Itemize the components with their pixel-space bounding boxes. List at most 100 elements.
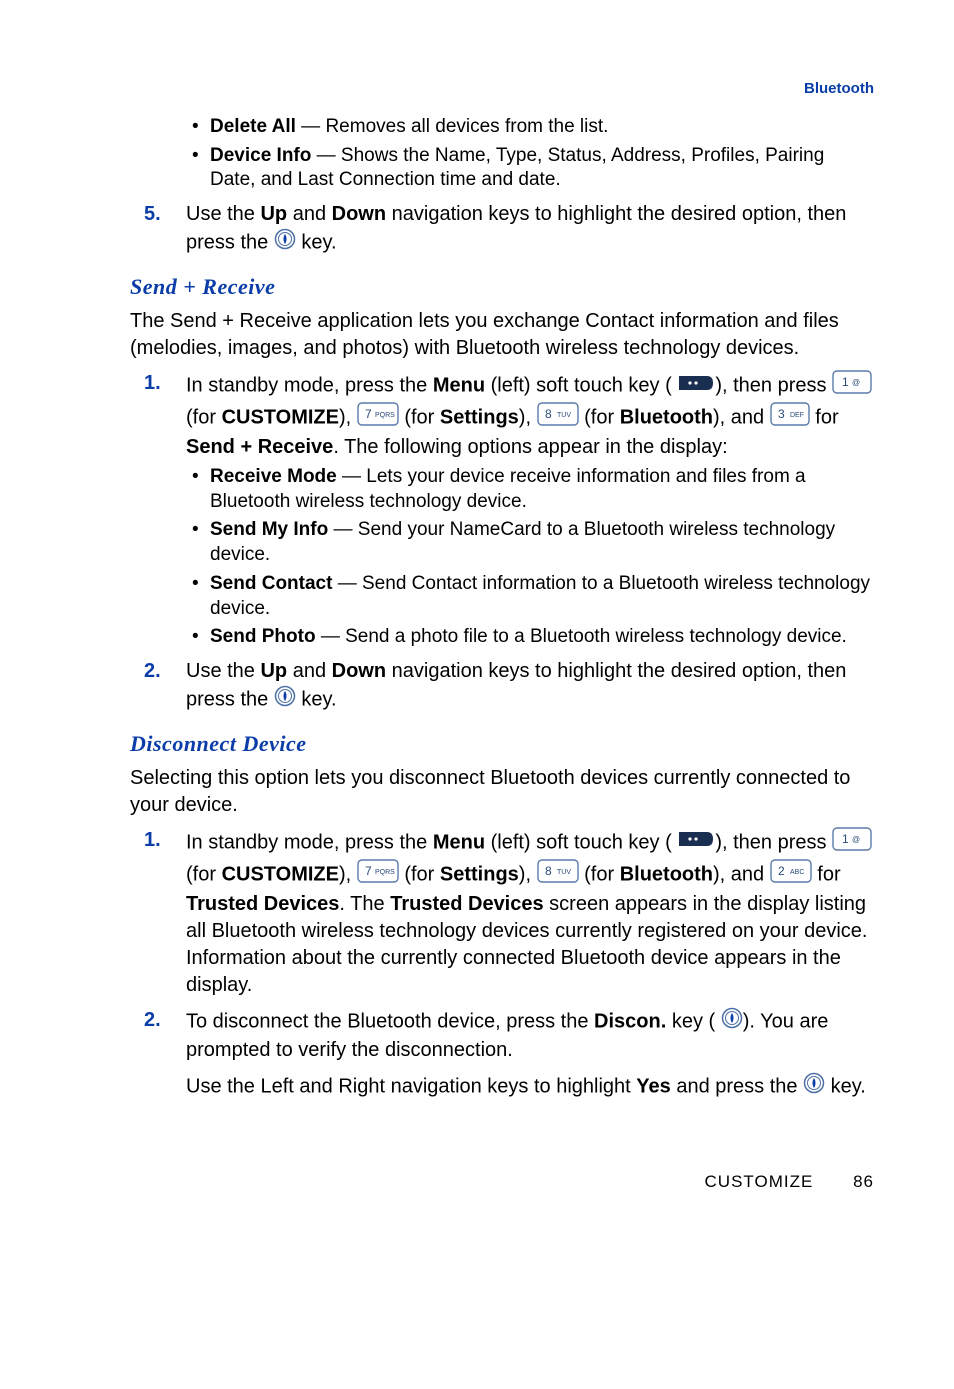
step-bold: CUSTOMIZE bbox=[222, 863, 339, 885]
footer-section: CUSTOMIZE bbox=[705, 1172, 814, 1191]
center-key-icon bbox=[803, 1072, 825, 1102]
step-text: Use the bbox=[186, 203, 260, 225]
svg-text:1: 1 bbox=[842, 832, 849, 846]
key-3-icon: 3 DEF bbox=[770, 402, 810, 434]
step-1: 1. In standby mode, press the Menu (left… bbox=[186, 827, 874, 999]
bullet-device-info: Device Info — Shows the Name, Type, Stat… bbox=[210, 144, 874, 193]
step-text: (for bbox=[186, 406, 222, 428]
step-text: for bbox=[810, 406, 839, 428]
step-bold: Settings bbox=[440, 406, 519, 428]
key-7-icon: 7PQRS bbox=[357, 402, 399, 434]
key-8-icon: 8 TUV bbox=[537, 859, 579, 891]
svg-text:2: 2 bbox=[778, 864, 785, 878]
step-text: ), and bbox=[713, 406, 770, 428]
bullet-text: — Send a photo file to a Bluetooth wirel… bbox=[316, 626, 847, 647]
bullet-receive-mode: Receive Mode — Lets your device receive … bbox=[210, 465, 874, 514]
step-bold: Bluetooth bbox=[620, 863, 713, 885]
bullet-text: — Removes all devices from the list. bbox=[296, 116, 609, 137]
step-bold: Settings bbox=[440, 863, 519, 885]
svg-text:TUV: TUV bbox=[557, 412, 571, 419]
page: Bluetooth Delete All — Removes all devic… bbox=[0, 0, 954, 1232]
bullet-send-my-info: Send My Info — Send your NameCard to a B… bbox=[210, 518, 874, 567]
step-text: ), then press bbox=[715, 374, 832, 396]
step-text: (for bbox=[399, 406, 440, 428]
step-text: (for bbox=[579, 406, 620, 428]
step-number: 2. bbox=[144, 658, 161, 685]
step-number: 2. bbox=[144, 1007, 161, 1034]
center-key-icon bbox=[274, 228, 296, 258]
svg-text:TUV: TUV bbox=[557, 869, 571, 876]
key-8-icon: 8 TUV bbox=[537, 402, 579, 434]
step-text: In standby mode, press the bbox=[186, 831, 433, 853]
bullet-send-photo: Send Photo — Send a photo file to a Blue… bbox=[210, 625, 874, 650]
key-1-icon: 1@ bbox=[832, 370, 872, 402]
step-bold: Down bbox=[332, 660, 386, 682]
bullet-bold: Send Photo bbox=[210, 626, 316, 647]
step-number: 5. bbox=[144, 201, 161, 228]
section-disconnect-heading: Disconnect Device bbox=[130, 731, 874, 757]
step-text: and bbox=[287, 660, 331, 682]
step-text: and press the bbox=[671, 1075, 803, 1097]
step-bold: Menu bbox=[433, 374, 485, 396]
step-text: key. bbox=[301, 231, 336, 253]
bullet-bold: Device Info bbox=[210, 145, 311, 166]
step-bold: Menu bbox=[433, 831, 485, 853]
step-bold: Trusted Devices bbox=[186, 893, 339, 915]
step-bold: Discon. bbox=[594, 1010, 666, 1032]
step-text: To disconnect the Bluetooth device, pres… bbox=[186, 1010, 594, 1032]
bullet-bold: Delete All bbox=[210, 116, 296, 137]
step-5: 5. Use the Up and Down navigation keys t… bbox=[186, 201, 874, 258]
section-intro: Selecting this option lets you disconnec… bbox=[130, 765, 874, 819]
svg-text:7: 7 bbox=[365, 864, 372, 878]
svg-text:@: @ bbox=[852, 835, 860, 844]
step-number: 1. bbox=[144, 827, 161, 854]
step-text: Use the bbox=[186, 660, 260, 682]
svg-text:8: 8 bbox=[545, 864, 552, 878]
step-bold: Down bbox=[332, 203, 386, 225]
section-intro: The Send + Receive application lets you … bbox=[130, 308, 874, 362]
svg-text:PQRS: PQRS bbox=[375, 412, 395, 419]
step-text: Use the Left and Right navigation keys t… bbox=[186, 1075, 636, 1097]
step-text: (for bbox=[399, 863, 440, 885]
step-bold: Up bbox=[260, 203, 287, 225]
page-header-label: Bluetooth bbox=[130, 80, 874, 97]
svg-text:DEF: DEF bbox=[790, 412, 804, 419]
bullet-bold: Send My Info bbox=[210, 519, 328, 540]
step-2: 2. Use the Up and Down navigation keys t… bbox=[186, 658, 874, 715]
footer-page-number: 86 bbox=[853, 1172, 874, 1191]
step-1: 1. In standby mode, press the Menu (left… bbox=[186, 370, 874, 650]
step-text: ), then press bbox=[715, 831, 832, 853]
step-number: 1. bbox=[144, 370, 161, 397]
step-text: key. bbox=[825, 1075, 866, 1097]
step-text: for bbox=[812, 863, 841, 885]
key-1-icon: 1@ bbox=[832, 827, 872, 859]
svg-text:3: 3 bbox=[778, 407, 785, 421]
step-bold: Trusted Devices bbox=[390, 893, 543, 915]
page-footer: CUSTOMIZE 86 bbox=[130, 1172, 874, 1192]
step-bold: Up bbox=[260, 660, 287, 682]
bullet-bold: Send Contact bbox=[210, 573, 332, 594]
step-text: ), and bbox=[713, 863, 770, 885]
svg-text:PQRS: PQRS bbox=[375, 869, 395, 876]
step-text: key ( bbox=[666, 1010, 715, 1032]
step-text: (for bbox=[579, 863, 620, 885]
softkey-icon bbox=[677, 829, 715, 856]
svg-text:1: 1 bbox=[842, 375, 849, 389]
step-text: ), bbox=[339, 406, 357, 428]
top-continuation-list: Delete All — Removes all devices from th… bbox=[130, 115, 874, 258]
key-7-icon: 7PQRS bbox=[357, 859, 399, 891]
key-2-icon: 2 ABC bbox=[770, 859, 812, 891]
step-text: In standby mode, press the bbox=[186, 374, 433, 396]
step-text: ), bbox=[519, 863, 537, 885]
svg-text:7: 7 bbox=[365, 407, 372, 421]
softkey-icon bbox=[677, 373, 715, 400]
step-2: 2. To disconnect the Bluetooth device, p… bbox=[186, 1007, 874, 1102]
step-text: . The bbox=[339, 893, 390, 915]
step-text: key. bbox=[301, 688, 336, 710]
step-text: ), bbox=[339, 863, 357, 885]
svg-text:8: 8 bbox=[545, 407, 552, 421]
svg-text:ABC: ABC bbox=[790, 869, 804, 876]
step-text: . The following options appear in the di… bbox=[333, 436, 727, 458]
step-bold: CUSTOMIZE bbox=[222, 406, 339, 428]
step-text: (for bbox=[186, 863, 222, 885]
